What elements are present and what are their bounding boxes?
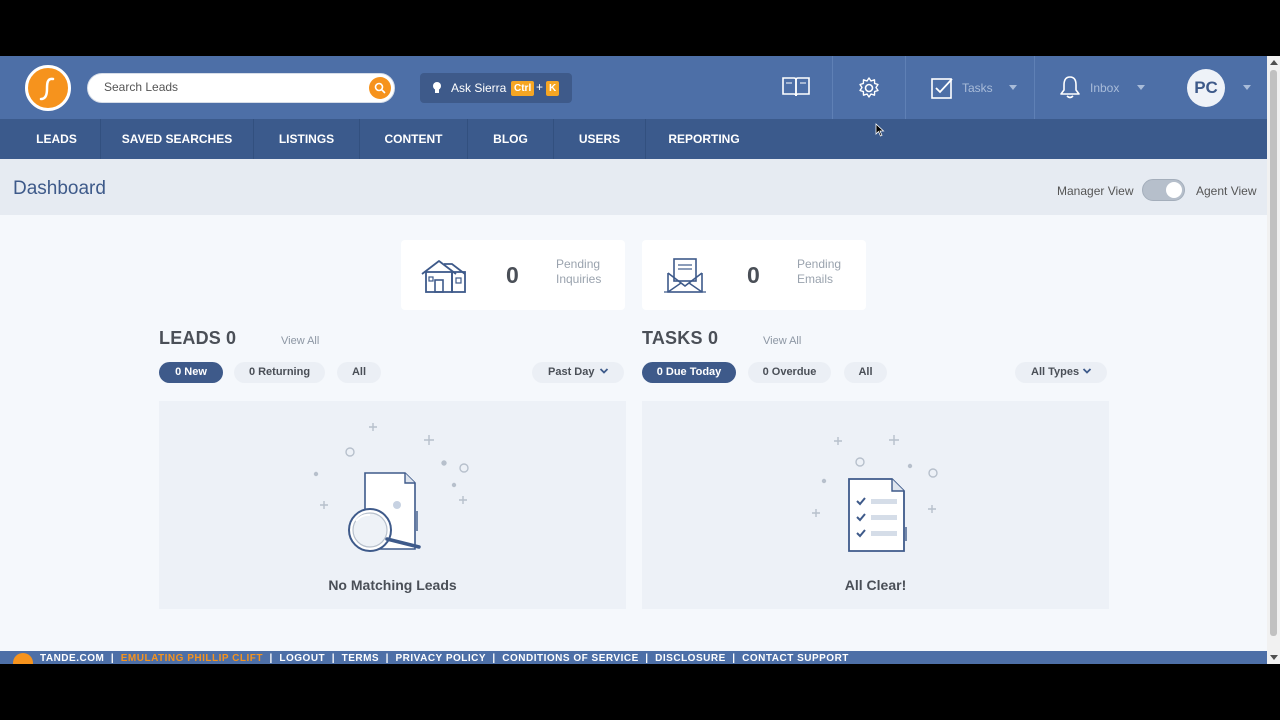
main-nav: LEADS SAVED SEARCHES LISTINGS CONTENT BL… — [0, 119, 1267, 159]
leads-count: 0 — [226, 328, 237, 348]
page-header: Dashboard Manager View Agent View — [0, 159, 1267, 215]
search-box — [87, 73, 395, 103]
footer-disclosure-link[interactable]: DISCLOSURE — [655, 653, 726, 664]
user-avatar[interactable]: PC — [1187, 69, 1225, 107]
leads-filter-all[interactable]: All — [337, 362, 381, 383]
settings-button[interactable] — [833, 56, 905, 119]
leads-period-dropdown[interactable]: Past Day — [532, 362, 624, 383]
tasks-filter-all[interactable]: All — [844, 362, 887, 383]
search-icon — [374, 82, 386, 94]
ask-sierra-button[interactable]: Ask Sierra Ctrl K + — [420, 73, 572, 103]
tasks-view-all-link[interactable]: View All — [763, 335, 801, 347]
footer-site-link[interactable]: TANDE.COM — [40, 653, 104, 664]
leads-filter-new[interactable]: 0 New — [159, 362, 223, 383]
leads-section-title: LEADS — [159, 328, 222, 348]
tasks-filter-overdue[interactable]: 0 Overdue — [748, 362, 831, 383]
shortcut-ctrl-key: Ctrl — [511, 81, 535, 96]
manager-view-label: Manager View — [1057, 184, 1134, 198]
footer-bar: TANDE.COM | EMULATING PHILLIP CLIFT | LO… — [0, 651, 1267, 664]
chevron-down-icon — [1137, 85, 1145, 90]
nav-item-saved-searches[interactable]: SAVED SEARCHES — [101, 119, 253, 159]
footer-terms-link[interactable]: TERMS — [342, 653, 380, 664]
pending-emails-label: Pending Emails — [797, 257, 842, 286]
inbox-menu[interactable]: Inbox — [1035, 56, 1165, 119]
ask-sierra-label: Ask Sierra — [451, 81, 507, 95]
magnifier-document-icon — [313, 423, 469, 552]
checklist-icon — [812, 435, 938, 552]
view-toggle[interactable] — [1142, 179, 1185, 201]
tasks-count: 0 — [708, 328, 719, 348]
tasks-menu[interactable]: Tasks — [906, 56, 1034, 119]
leads-empty-message: No Matching Leads — [328, 577, 457, 593]
footer-conditions-link[interactable]: CONDITIONS OF SERVICE — [502, 653, 638, 664]
footer-contact-support-link[interactable]: CONTACT SUPPORT — [742, 653, 849, 664]
footer-logo — [13, 653, 33, 664]
mouse-cursor-icon — [875, 123, 885, 137]
pending-inquiries-count: 0 — [506, 262, 519, 288]
chevron-down-icon — [1009, 85, 1017, 90]
page-title: Dashboard — [13, 178, 106, 199]
nav-item-blog[interactable]: BLOG — [468, 119, 553, 159]
browser-viewport: Ask Sierra Ctrl K + — [0, 56, 1280, 664]
top-bar: Ask Sierra Ctrl K + — [0, 56, 1267, 119]
scrollbar-thumb[interactable] — [1270, 70, 1277, 636]
tasks-empty-panel: All Clear! — [642, 401, 1109, 609]
leads-filter-returning[interactable]: 0 Returning — [234, 362, 325, 383]
footer-privacy-link[interactable]: PRIVACY POLICY — [396, 653, 486, 664]
scroll-down-arrow-icon[interactable] — [1270, 655, 1278, 660]
chevron-down-icon — [1082, 368, 1092, 374]
pending-inquiries-label: Pending Inquiries — [556, 257, 602, 286]
nav-item-content[interactable]: CONTENT — [360, 119, 467, 159]
search-button[interactable] — [369, 77, 391, 99]
footer-logout-link[interactable]: LOGOUT — [279, 653, 325, 664]
page-scrollbar[interactable] — [1267, 56, 1280, 664]
inbox-label: Inbox — [1090, 81, 1120, 95]
nav-item-leads[interactable]: LEADS — [13, 119, 100, 159]
footer-emulating-link[interactable]: EMULATING PHILLIP CLIFT — [121, 653, 263, 664]
shortcut-plus: + — [536, 80, 544, 94]
leads-period-label: Past Day — [548, 366, 595, 378]
house-icon — [421, 260, 466, 293]
checkbox-icon — [931, 78, 953, 99]
search-input[interactable] — [104, 80, 364, 94]
shortcut-k-key: K — [546, 81, 560, 96]
nav-item-listings[interactable]: LISTINGS — [254, 119, 359, 159]
lightbulb-icon — [433, 82, 441, 93]
app-viewport: Ask Sierra Ctrl K + — [0, 56, 1267, 664]
sierra-logo[interactable] — [25, 65, 71, 111]
toggle-knob — [1166, 182, 1182, 198]
scroll-up-arrow-icon[interactable] — [1270, 60, 1278, 65]
tasks-filter-due-today[interactable]: 0 Due Today — [642, 362, 736, 383]
leads-view-all-link[interactable]: View All — [281, 335, 319, 347]
knowledge-base-button[interactable] — [760, 56, 832, 119]
tasks-section-title: TASKS — [642, 328, 703, 348]
leads-empty-panel: No Matching Leads — [159, 401, 626, 609]
agent-view-label: Agent View — [1196, 184, 1257, 198]
book-icon — [782, 77, 810, 97]
pending-emails-count: 0 — [747, 262, 760, 288]
pending-inquiries-card[interactable]: 0 Pending Inquiries — [401, 240, 625, 310]
tasks-empty-message: All Clear! — [844, 577, 907, 593]
account-chevron-down-icon[interactable] — [1243, 85, 1251, 90]
gear-icon — [859, 77, 879, 98]
chevron-down-icon — [599, 368, 609, 374]
tasks-type-label: All Types — [1031, 366, 1080, 378]
pending-emails-card[interactable]: 0 Pending Emails — [642, 240, 866, 310]
tasks-label: Tasks — [962, 81, 993, 95]
tasks-type-dropdown[interactable]: All Types — [1015, 362, 1107, 383]
logo-icon — [39, 77, 55, 101]
bell-icon — [1060, 76, 1080, 99]
nav-item-users[interactable]: USERS — [554, 119, 645, 159]
envelope-icon — [664, 258, 706, 293]
footer-links: TANDE.COM | EMULATING PHILLIP CLIFT | LO… — [40, 653, 849, 664]
nav-item-reporting[interactable]: REPORTING — [646, 119, 762, 159]
